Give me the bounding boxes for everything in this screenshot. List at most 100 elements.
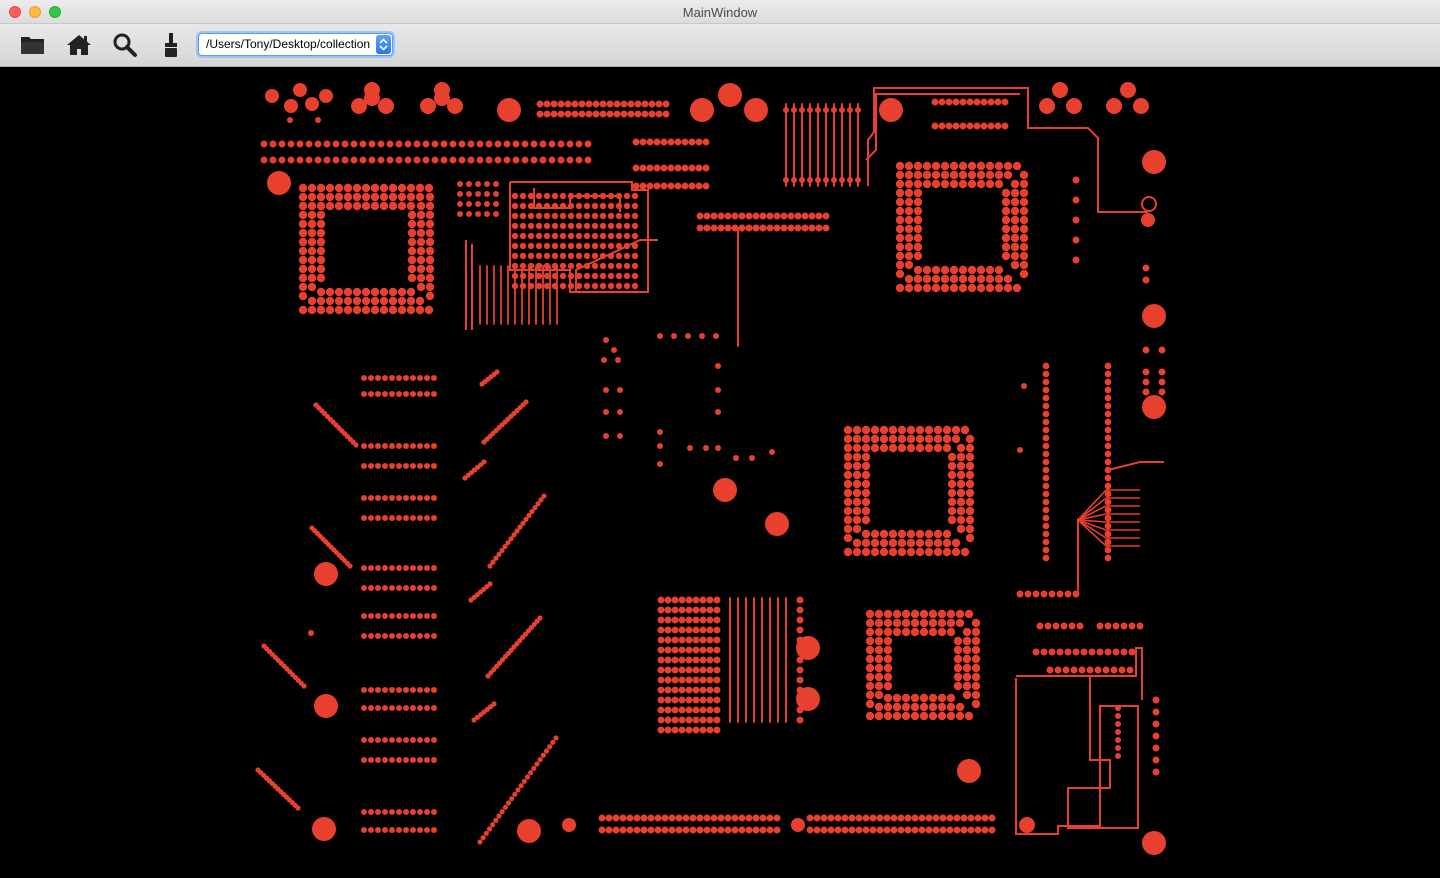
- pad: [661, 814, 669, 822]
- pad: [431, 565, 437, 571]
- pad: [564, 110, 572, 118]
- pad: [955, 609, 965, 619]
- pad: [591, 192, 599, 200]
- pad: [689, 826, 697, 834]
- via-hole: [690, 98, 714, 122]
- pad: [706, 606, 714, 614]
- pad: [613, 110, 621, 118]
- pad: [298, 219, 308, 229]
- pad: [713, 676, 721, 684]
- pad: [494, 156, 502, 164]
- pad: [958, 274, 968, 284]
- pad: [1142, 388, 1150, 396]
- pad: [967, 161, 977, 171]
- pad: [752, 212, 760, 220]
- via-hole: [1142, 150, 1166, 174]
- pad: [888, 425, 898, 435]
- pad: [980, 122, 988, 130]
- pad: [530, 156, 538, 164]
- pad: [915, 425, 925, 435]
- pcb-view-canvas[interactable]: [0, 67, 1440, 878]
- pad: [417, 565, 423, 571]
- home-button[interactable]: [64, 31, 94, 59]
- pad: [841, 826, 849, 834]
- pad: [883, 654, 893, 664]
- pad: [379, 201, 389, 211]
- pad: [308, 630, 314, 636]
- pad: [615, 222, 623, 230]
- pad: [417, 463, 423, 469]
- pad: [956, 443, 966, 453]
- pad: [791, 177, 797, 183]
- pad: [699, 646, 707, 654]
- pad: [671, 626, 679, 634]
- pad: [1042, 546, 1050, 554]
- pad: [865, 636, 875, 646]
- open-folder-button[interactable]: [18, 31, 48, 59]
- pad: [706, 696, 714, 704]
- pad: [924, 529, 934, 539]
- pad: [424, 737, 430, 743]
- brush-button[interactable]: [156, 31, 186, 59]
- combobox-arrow-icon[interactable]: [376, 35, 391, 54]
- pad: [1019, 233, 1029, 243]
- pad: [519, 282, 527, 290]
- pad: [424, 809, 430, 815]
- pad: [388, 287, 398, 297]
- pad: [410, 375, 416, 381]
- pad: [325, 305, 335, 315]
- pad: [865, 663, 875, 673]
- path-combobox[interactable]: /Users/Tony/Desktop/collection: [198, 33, 393, 56]
- pad: [559, 202, 567, 210]
- pad: [1096, 648, 1104, 656]
- pad: [375, 443, 381, 449]
- pad: [396, 633, 402, 639]
- pad: [861, 470, 871, 480]
- pad: [933, 547, 943, 557]
- pad: [931, 122, 939, 130]
- pad: [388, 305, 398, 315]
- pad: [1019, 242, 1029, 252]
- pad: [260, 156, 268, 164]
- pad: [685, 716, 693, 724]
- pad: [843, 461, 853, 471]
- pad: [874, 627, 884, 637]
- search-button[interactable]: [110, 31, 140, 59]
- pad: [664, 686, 672, 694]
- pad: [1019, 215, 1029, 225]
- pad: [834, 814, 842, 822]
- pad: [852, 524, 862, 534]
- pad: [1040, 590, 1048, 598]
- pad: [1042, 482, 1050, 490]
- pad: [973, 122, 981, 130]
- pad: [653, 164, 661, 172]
- pad: [551, 232, 559, 240]
- pad: [888, 434, 898, 444]
- pad: [1019, 170, 1029, 180]
- pad: [535, 272, 543, 280]
- pad: [395, 140, 403, 148]
- pad: [883, 702, 893, 712]
- pad: [361, 192, 371, 202]
- pad: [949, 170, 959, 180]
- pad: [752, 826, 760, 834]
- pad: [361, 443, 367, 449]
- pad: [389, 391, 395, 397]
- pad: [583, 272, 591, 280]
- pad: [688, 182, 696, 190]
- pad: [839, 107, 845, 113]
- pad: [657, 429, 663, 435]
- pad: [1042, 362, 1050, 370]
- pad: [511, 272, 519, 280]
- pad: [466, 181, 472, 187]
- pad: [535, 262, 543, 270]
- pad: [1010, 233, 1020, 243]
- pad: [619, 814, 627, 822]
- pad: [794, 212, 802, 220]
- pad: [396, 809, 402, 815]
- pad: [623, 192, 631, 200]
- pad: [940, 265, 950, 275]
- pad: [567, 272, 575, 280]
- pad: [631, 252, 639, 260]
- pad: [870, 425, 880, 435]
